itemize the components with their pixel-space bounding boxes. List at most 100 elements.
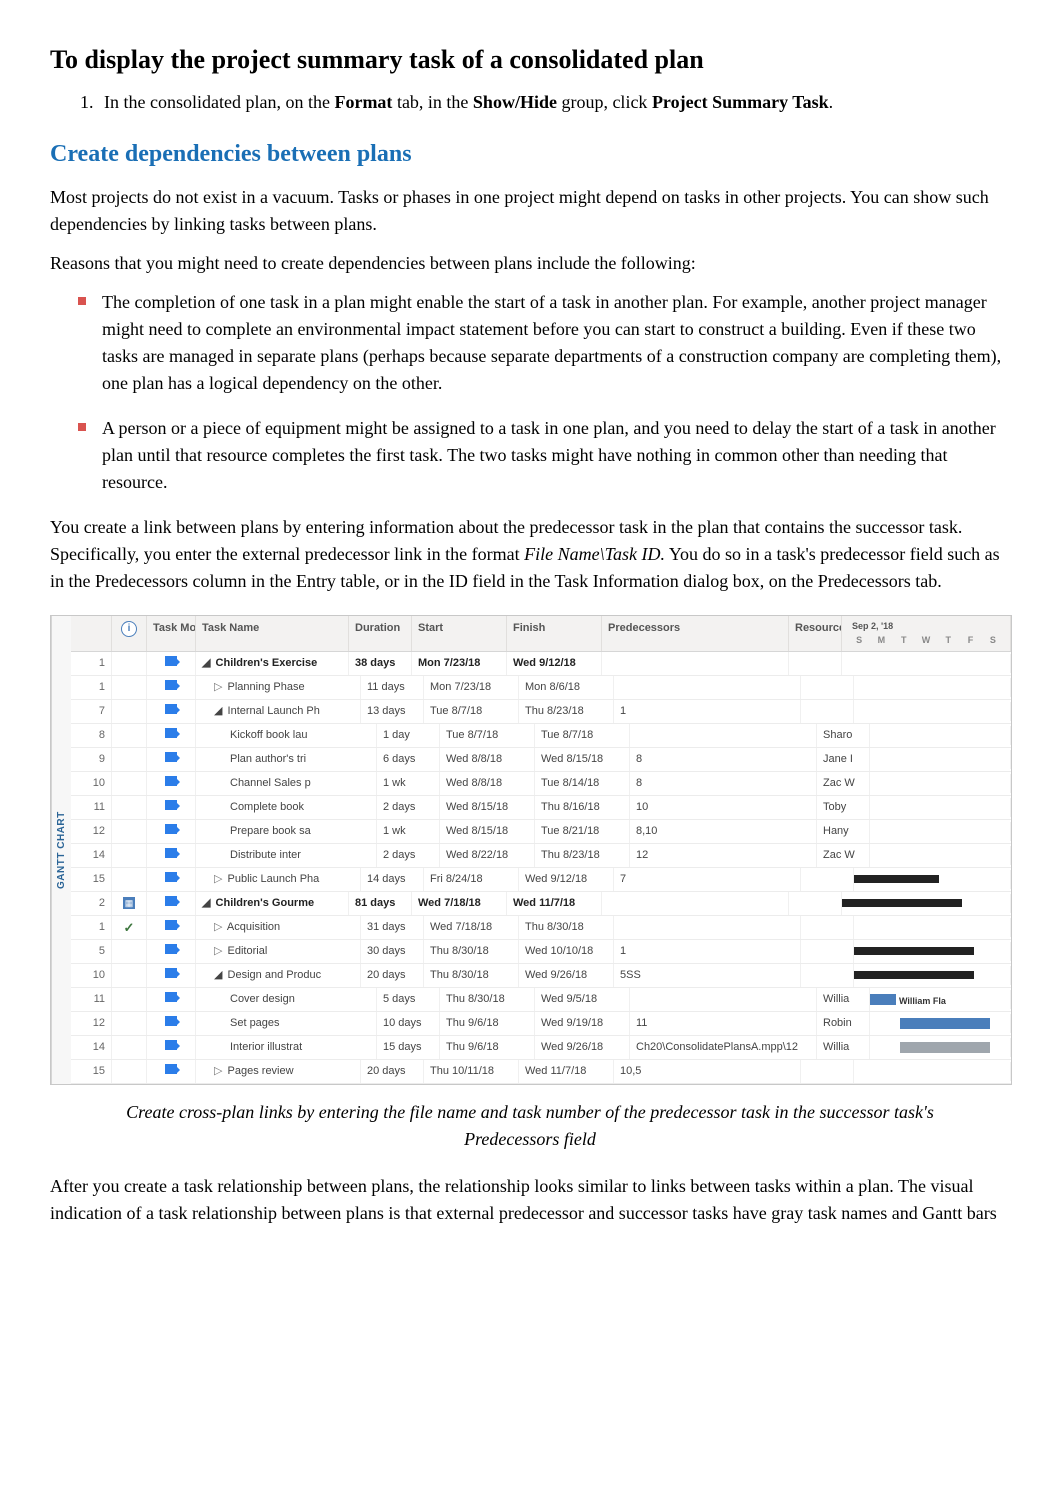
cell-start[interactable]: Tue 8/7/18 [440,724,535,747]
cell-finish[interactable]: Mon 8/6/18 [519,676,614,699]
gantt-bar[interactable] [842,899,962,907]
col-header-duration[interactable]: Duration [349,616,412,651]
cell-task-name[interactable]: ◢ Design and Produc [196,964,361,987]
cell-duration[interactable]: 1 day [377,724,440,747]
cell-resource[interactable]: Zac W [817,844,870,867]
cell-task-name[interactable]: ▷ Pages review [196,1060,361,1083]
cell-resource[interactable] [801,700,854,723]
cell-finish[interactable]: Wed 10/10/18 [519,940,614,963]
cell-task-name[interactable]: Interior illustrat [196,1036,377,1059]
cell-resource[interactable]: Sharo [817,724,870,747]
gantt-row[interactable]: 14Interior illustrat15 daysThu 9/6/18Wed… [71,1036,1011,1060]
gantt-bar[interactable] [900,1018,990,1029]
cell-duration[interactable]: 1 wk [377,820,440,843]
collapse-icon[interactable]: ◢ [202,897,210,909]
cell-resource[interactable] [801,676,854,699]
cell-start[interactable]: Wed 8/8/18 [440,772,535,795]
cell-start[interactable]: Tue 8/7/18 [424,700,519,723]
gantt-row[interactable]: 12Set pages10 daysThu 9/6/18Wed 9/19/181… [71,1012,1011,1036]
gantt-bar[interactable] [900,1042,990,1053]
cell-predecessors[interactable] [614,916,801,939]
gantt-row[interactable]: 10Channel Sales p1 wkWed 8/8/18Tue 8/14/… [71,772,1011,796]
collapse-icon[interactable]: ◢ [214,705,222,717]
cell-task-name[interactable]: ▷ Planning Phase [196,676,361,699]
cell-duration[interactable]: 2 days [377,844,440,867]
cell-task-name[interactable]: ◢ Internal Launch Ph [196,700,361,723]
cell-task-name[interactable]: Set pages [196,1012,377,1035]
cell-resource[interactable]: Hany [817,820,870,843]
cell-duration[interactable]: 6 days [377,748,440,771]
cell-start[interactable]: Wed 8/8/18 [440,748,535,771]
cell-task-name[interactable]: Plan author's tri [196,748,377,771]
col-header-mode[interactable]: Task Mode [147,616,196,651]
cell-predecessors[interactable] [630,988,817,1011]
cell-duration[interactable]: 20 days [361,1060,424,1083]
cell-finish[interactable]: Thu 8/30/18 [519,916,614,939]
cell-finish[interactable]: Wed 11/7/18 [519,1060,614,1083]
cell-predecessors[interactable]: 7 [614,868,801,891]
cell-predecessors[interactable]: 5SS [614,964,801,987]
cell-duration[interactable]: 1 wk [377,772,440,795]
cell-finish[interactable]: Thu 8/23/18 [519,700,614,723]
gantt-row[interactable]: 15▷ Public Launch Pha14 daysFri 8/24/18W… [71,868,1011,892]
col-header-predecessors[interactable]: Predecessors [602,616,789,651]
cell-finish[interactable]: Wed 9/26/18 [535,1036,630,1059]
col-header-name[interactable]: Task Name [196,616,349,651]
cell-resource[interactable]: Toby [817,796,870,819]
cell-finish[interactable]: Wed 9/5/18 [535,988,630,1011]
cell-task-name[interactable]: Kickoff book lau [196,724,377,747]
expand-icon[interactable]: ▷ [214,1065,222,1077]
gantt-row[interactable]: 8Kickoff book lau1 dayTue 8/7/18Tue 8/7/… [71,724,1011,748]
cell-task-name[interactable]: ◢ Children's Gourme [196,892,349,915]
gantt-row[interactable]: 5▷ Editorial30 daysThu 8/30/18Wed 10/10/… [71,940,1011,964]
cell-resource[interactable]: Robin [817,1012,870,1035]
cell-finish[interactable]: Tue 8/7/18 [535,724,630,747]
cell-resource[interactable] [801,940,854,963]
cell-finish[interactable]: Wed 11/7/18 [507,892,602,915]
cell-predecessors[interactable] [602,652,789,675]
cell-start[interactable]: Wed 7/18/18 [412,892,507,915]
cell-finish[interactable]: Wed 9/12/18 [519,868,614,891]
gantt-row[interactable]: 14Distribute inter2 daysWed 8/22/18Thu 8… [71,844,1011,868]
cell-predecessors[interactable]: 12 [630,844,817,867]
collapse-icon[interactable]: ◢ [214,969,222,981]
gantt-row[interactable]: 1✓▷ Acquisition31 daysWed 7/18/18Thu 8/3… [71,916,1011,940]
cell-predecessors[interactable]: 8 [630,772,817,795]
cell-duration[interactable]: 38 days [349,652,412,675]
cell-finish[interactable]: Wed 9/12/18 [507,652,602,675]
cell-duration[interactable]: 10 days [377,1012,440,1035]
cell-start[interactable]: Wed 8/15/18 [440,820,535,843]
cell-predecessors[interactable]: 8 [630,748,817,771]
col-header-start[interactable]: Start [412,616,507,651]
expand-icon[interactable]: ▷ [214,873,222,885]
collapse-icon[interactable]: ◢ [202,657,210,669]
cell-start[interactable]: Thu 8/30/18 [440,988,535,1011]
cell-duration[interactable]: 31 days [361,916,424,939]
gantt-row[interactable]: 15▷ Pages review20 daysThu 10/11/18Wed 1… [71,1060,1011,1084]
gantt-row[interactable]: 11Cover design5 daysThu 8/30/18Wed 9/5/1… [71,988,1011,1012]
gantt-row[interactable]: 12Prepare book sa1 wkWed 8/15/18Tue 8/21… [71,820,1011,844]
cell-task-name[interactable]: ▷ Public Launch Pha [196,868,361,891]
cell-start[interactable]: Thu 9/6/18 [440,1012,535,1035]
cell-predecessors[interactable]: 1 [614,700,801,723]
cell-start[interactable]: Wed 7/18/18 [424,916,519,939]
cell-predecessors[interactable]: 10 [630,796,817,819]
gantt-row[interactable]: 1▷ Planning Phase11 daysMon 7/23/18Mon 8… [71,676,1011,700]
cell-resource[interactable] [801,916,854,939]
col-header-resource[interactable]: Resource Names [789,616,842,651]
cell-duration[interactable]: 14 days [361,868,424,891]
gantt-row[interactable]: 1◢ Children's Exercise38 daysMon 7/23/18… [71,652,1011,676]
cell-duration[interactable]: 13 days [361,700,424,723]
cell-predecessors[interactable]: 11 [630,1012,817,1035]
gantt-row[interactable]: 11Complete book2 daysWed 8/15/18Thu 8/16… [71,796,1011,820]
gantt-row[interactable]: 2▦◢ Children's Gourme81 daysWed 7/18/18W… [71,892,1011,916]
cell-predecessors[interactable]: 10,5 [614,1060,801,1083]
cell-start[interactable]: Thu 8/30/18 [424,940,519,963]
cell-duration[interactable]: 15 days [377,1036,440,1059]
gantt-row[interactable]: 9Plan author's tri6 daysWed 8/8/18Wed 8/… [71,748,1011,772]
cell-start[interactable]: Wed 8/15/18 [440,796,535,819]
cell-task-name[interactable]: ◢ Children's Exercise [196,652,349,675]
cell-resource[interactable]: Jane I [817,748,870,771]
expand-icon[interactable]: ▷ [214,921,222,933]
cell-duration[interactable]: 5 days [377,988,440,1011]
